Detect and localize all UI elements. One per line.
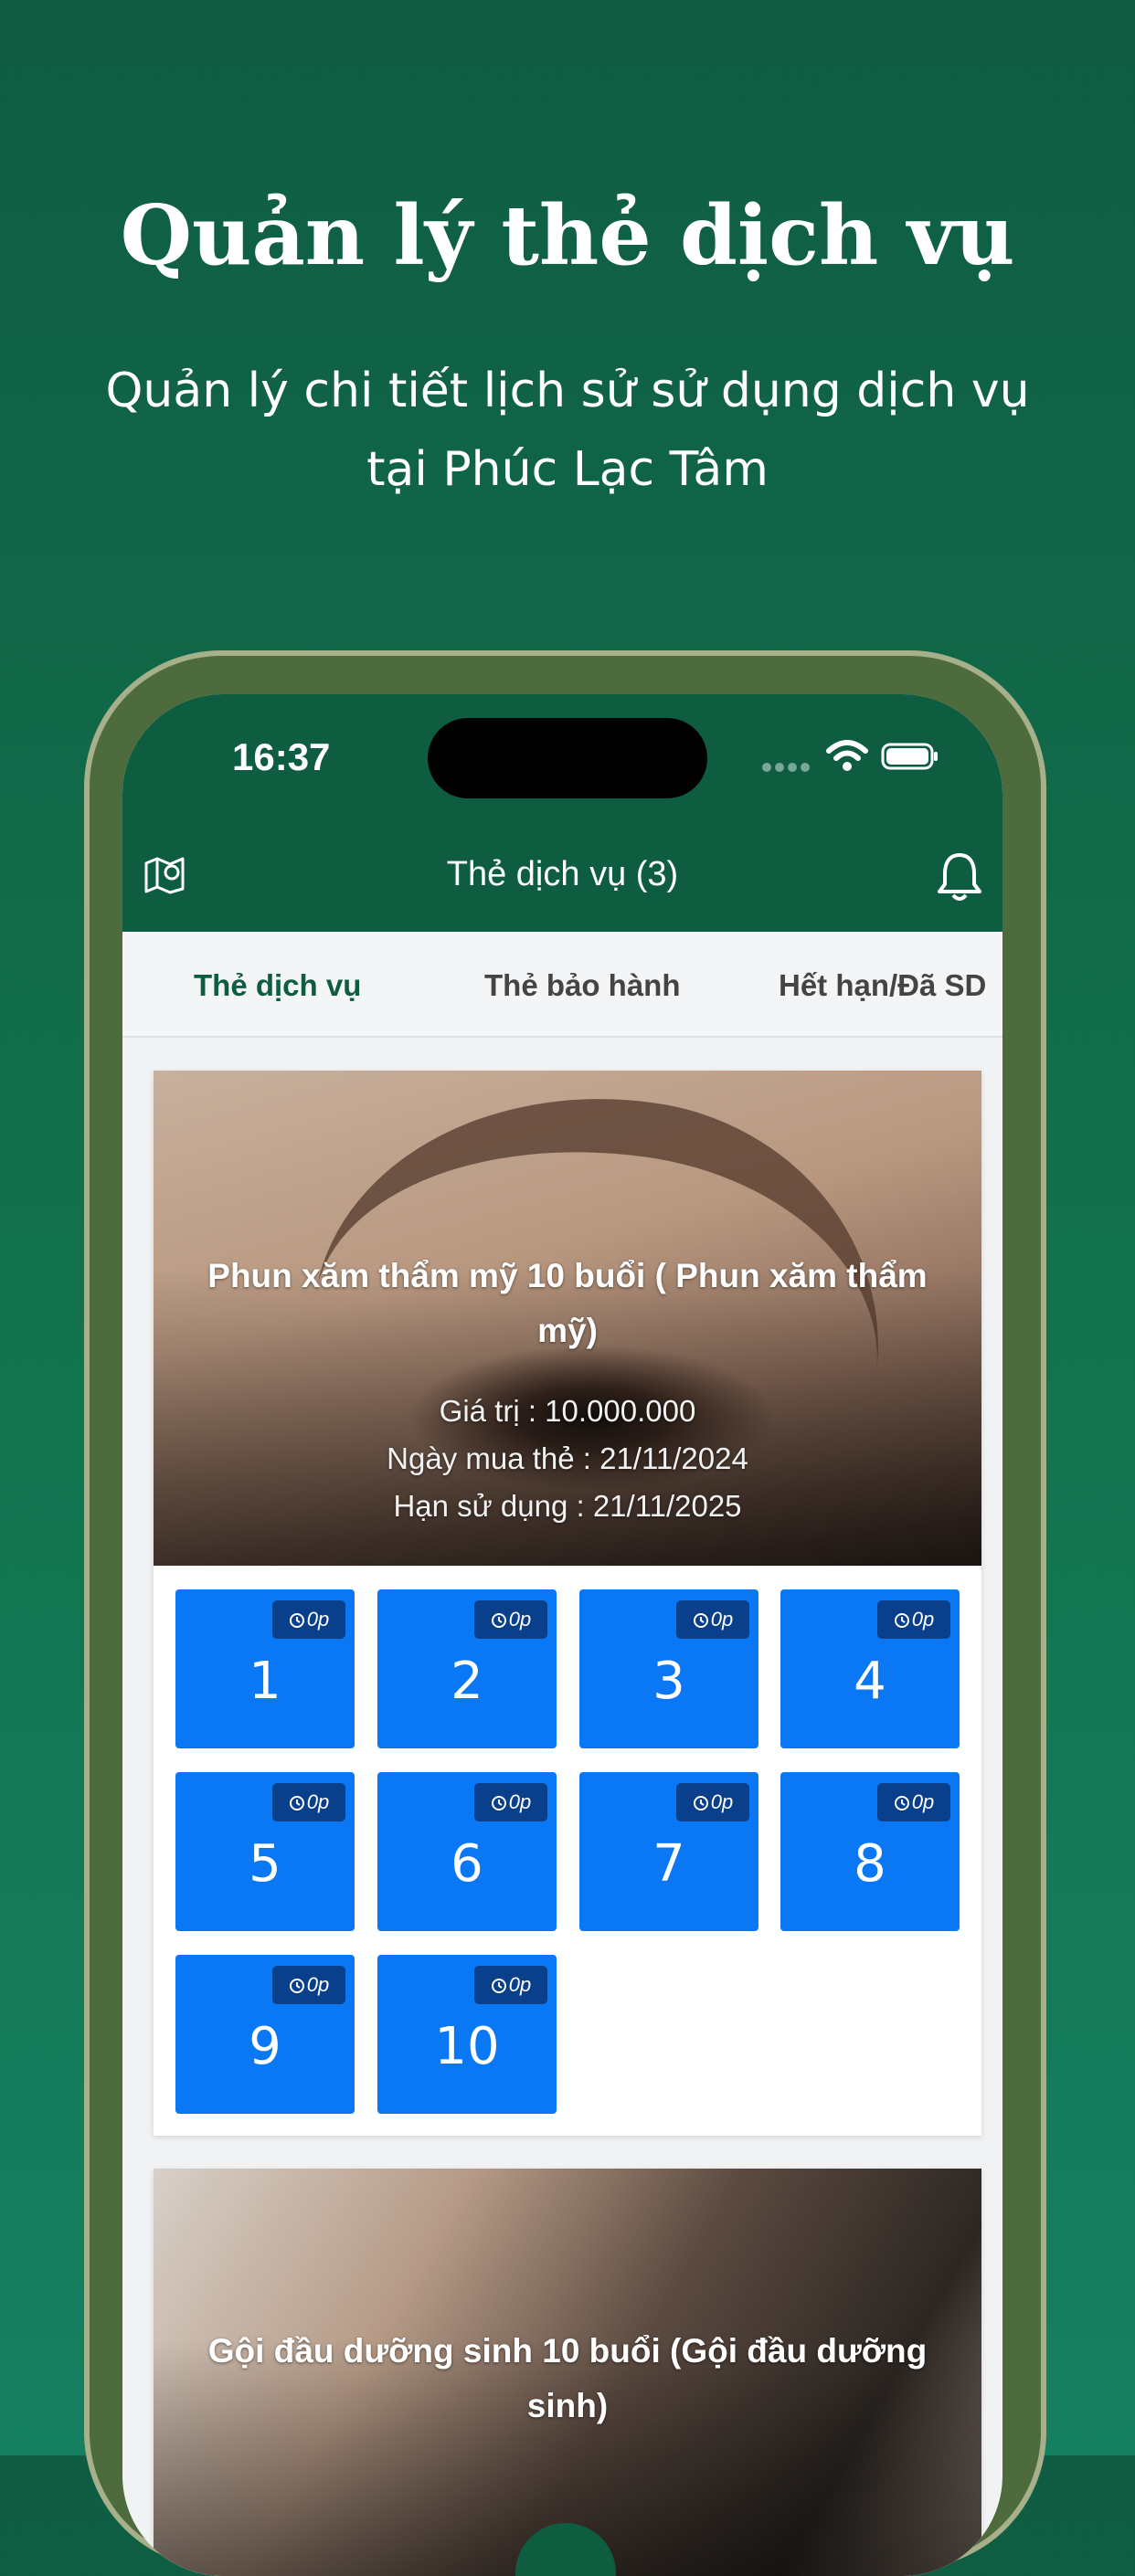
duration-badge: 0p: [474, 1966, 547, 2004]
battery-icon: [881, 743, 938, 770]
session-tile-7[interactable]: 0p 7: [579, 1772, 758, 1931]
session-number: 10: [434, 2017, 500, 2076]
duration-badge: 0p: [474, 1783, 547, 1821]
duration-badge: 0p: [474, 1600, 547, 1639]
session-tile-5[interactable]: 0p 5: [175, 1772, 355, 1931]
clock-icon: [491, 1613, 506, 1628]
promo-subtitle: Quản lý chi tiết lịch sử sử dụng dịch vụ…: [105, 364, 1030, 497]
clock-icon: [289, 1979, 304, 1993]
session-tile-6[interactable]: 0p 6: [377, 1772, 557, 1931]
duration-badge: 0p: [272, 1783, 345, 1821]
clock-icon: [894, 1613, 909, 1628]
session-number: 9: [249, 2017, 281, 2076]
clock-icon: [693, 1796, 708, 1811]
session-number: 7: [652, 1834, 685, 1894]
session-number: 5: [249, 1834, 281, 1894]
phone-screen: 16:37 Thẻ dịch vụ (3) Thẻ dịch vụ Thẻ bả…: [122, 694, 1002, 2576]
duration-badge: 0p: [877, 1600, 950, 1639]
card-value: Giá trị : 10.000.000: [439, 1394, 696, 1428]
wifi-icon: [826, 740, 868, 771]
session-tile-3[interactable]: 0p 3: [579, 1589, 758, 1748]
app-header: Thẻ dịch vụ (3): [122, 813, 1002, 932]
duration-badge: 0p: [272, 1600, 345, 1639]
dynamic-island: [428, 718, 707, 798]
clock-icon: [491, 1979, 506, 1993]
session-number: 4: [854, 1652, 886, 1711]
header-title: Thẻ dịch vụ (3): [446, 855, 679, 893]
tab-expired-used[interactable]: Hết hạn/Đã SD: [779, 968, 986, 1003]
card-purchase-date: Ngày mua thẻ : 21/11/2024: [387, 1441, 748, 1475]
status-time: 16:37: [232, 735, 331, 778]
session-tile-1[interactable]: 0p 1: [175, 1589, 355, 1748]
session-number: 2: [451, 1652, 483, 1711]
duration-badge: 0p: [676, 1600, 749, 1639]
cellular-signal-icon: [762, 760, 813, 772]
duration-badge: 0p: [676, 1783, 749, 1821]
session-number: 3: [652, 1652, 685, 1711]
service-card[interactable]: Gội đầu dưỡng sinh 10 buổi (Gội đầu dưỡn…: [154, 2169, 981, 2576]
session-tile-4[interactable]: 0p 4: [780, 1589, 960, 1748]
clock-icon: [289, 1613, 304, 1628]
clock-icon: [491, 1796, 506, 1811]
card-title: Phun xăm thẩm mỹ 10 buổi ( Phun xăm thẩm…: [207, 1257, 928, 1349]
bell-icon[interactable]: [934, 850, 985, 904]
clock-icon: [289, 1796, 304, 1811]
tab-warranty-cards[interactable]: Thẻ bảo hành: [484, 968, 681, 1003]
clock-icon: [894, 1796, 909, 1811]
session-tile-8[interactable]: 0p 8: [780, 1772, 960, 1931]
clock-icon: [693, 1613, 708, 1628]
session-tile-10[interactable]: 0p 10: [377, 1955, 557, 2114]
session-number: 8: [854, 1834, 886, 1894]
card-expiry: Hạn sử dụng : 21/11/2025: [393, 1489, 742, 1523]
service-card[interactable]: Phun xăm thẩm mỹ 10 buổi ( Phun xăm thẩm…: [154, 1071, 981, 2136]
tab-service-cards[interactable]: Thẻ dịch vụ: [194, 968, 361, 1003]
promo-headline: Quản lý thẻ dịch vụ: [120, 187, 1015, 284]
status-bar: 16:37: [122, 694, 1002, 813]
session-number: 6: [451, 1834, 483, 1894]
card-title: Gội đầu dưỡng sinh 10 buổi (Gội đầu dưỡn…: [207, 2332, 928, 2424]
tab-bar: Thẻ dịch vụ Thẻ bảo hành Hết hạn/Đã SD: [122, 932, 1002, 1038]
session-tile-2[interactable]: 0p 2: [377, 1589, 557, 1748]
duration-badge: 0p: [272, 1966, 345, 2004]
session-tile-9[interactable]: 0p 9: [175, 1955, 355, 2114]
session-number: 1: [249, 1652, 281, 1711]
duration-badge: 0p: [877, 1783, 950, 1821]
